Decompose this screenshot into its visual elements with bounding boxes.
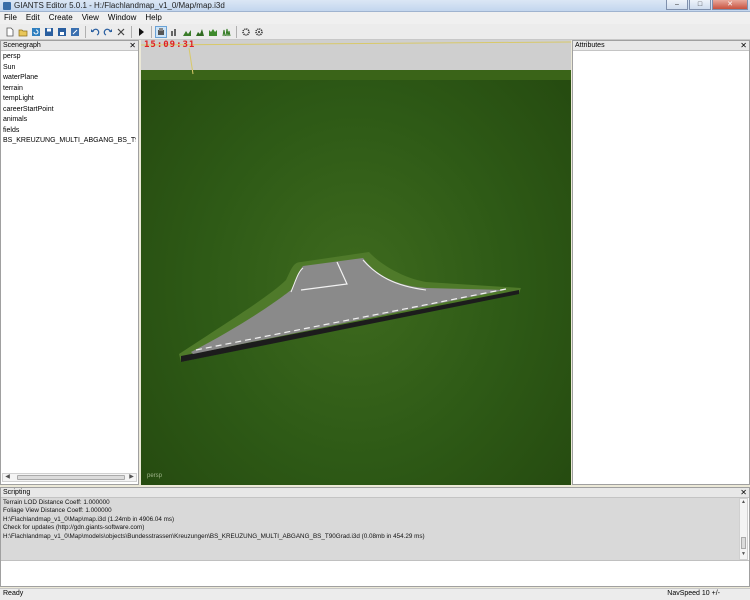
log-line: Foliage View Distance Coeff: 1.000000 (3, 507, 112, 515)
scripting-header: Scripting ✕ (1, 488, 749, 498)
scroll-down-icon[interactable]: ▼ (740, 551, 747, 559)
save-as-icon[interactable] (56, 26, 68, 38)
settings-icon[interactable] (240, 26, 252, 38)
scenegraph-panel: Scenegraph ✕ persp Sun waterPlane terrai… (0, 40, 139, 485)
terrain-sculpt-icon[interactable] (168, 26, 180, 38)
window-title: GIANTS Editor 5.0.1 - H:/Flachlandmap_v1… (14, 1, 225, 10)
toolbar (0, 24, 750, 40)
menu-window[interactable]: Window (104, 12, 141, 24)
tree-node[interactable]: tempLight (3, 94, 136, 105)
scroll-right-icon[interactable]: ▶ (127, 474, 136, 481)
toolbar-separator (236, 25, 237, 38)
nav-speed: NavSpeed 10 +/- (667, 590, 720, 597)
foliage-paint-icon[interactable] (194, 26, 206, 38)
vertical-scrollbar[interactable]: ▲ ▼ (739, 498, 748, 560)
attributes-panel: Attributes ✕ (572, 40, 750, 485)
log-line: H:\Flachlandmap_v1_0\Map\models\objects\… (3, 532, 425, 540)
window-controls: – □ ✕ (665, 0, 748, 10)
grass-icon[interactable] (220, 26, 232, 38)
scripting-title: Scripting (3, 489, 31, 496)
redo-icon[interactable] (102, 26, 114, 38)
tree-node[interactable]: fields (3, 126, 136, 137)
maximize-button[interactable]: □ (689, 0, 711, 10)
toolbar-separator (85, 25, 86, 38)
camera-label: persp (147, 473, 163, 479)
status-bar: Ready NavSpeed 10 +/- (0, 588, 750, 600)
menu-create[interactable]: Create (45, 12, 78, 24)
menu-bar: File Edit Create View Window Help (0, 12, 750, 24)
log-line: H:\Flachlandmap_v1_0\Map\map.i3d (1.24mb… (3, 515, 175, 523)
play-icon[interactable] (135, 26, 147, 38)
app-icon (3, 2, 11, 10)
script-output: Terrain LOD Distance Coeff: 1.000000 Fol… (1, 498, 739, 560)
scroll-left-icon[interactable]: ◀ (3, 474, 12, 481)
title-bar: GIANTS Editor 5.0.1 - H:/Flachlandmap_v1… (0, 0, 750, 12)
scenegraph-tree: persp Sun waterPlane terrain tempLight c… (3, 52, 136, 147)
tree-node[interactable]: terrain (3, 84, 136, 95)
tree-node[interactable]: animals (3, 115, 136, 126)
script-input[interactable] (1, 560, 749, 586)
save-icon[interactable] (43, 26, 55, 38)
tree-node[interactable]: careerStartPoint (3, 105, 136, 116)
menu-view[interactable]: View (78, 12, 104, 24)
scroll-thumb[interactable] (741, 537, 746, 549)
close-panel-icon[interactable]: ✕ (129, 41, 136, 51)
log-line: Check for updates (http://gdn.giants-sof… (3, 524, 145, 532)
close-window-button[interactable]: ✕ (712, 0, 748, 10)
road-intersection-model (179, 252, 521, 362)
undo-icon[interactable] (89, 26, 101, 38)
delete-icon[interactable] (115, 26, 127, 38)
scenegraph-header: Scenegraph ✕ (1, 41, 138, 51)
scenegraph-title: Scenegraph (3, 42, 41, 49)
terrain-paint-icon[interactable] (181, 26, 193, 38)
toolbar-separator (151, 25, 152, 38)
menu-file[interactable]: File (0, 12, 22, 24)
new-icon[interactable] (4, 26, 16, 38)
toolbar-separator (131, 25, 132, 38)
tree-node[interactable]: Sun (3, 63, 136, 74)
scripting-panel: Scripting ✕ Terrain LOD Distance Coeff: … (0, 487, 750, 587)
settings2-icon[interactable] (253, 26, 265, 38)
status-text: Ready (3, 590, 24, 597)
close-panel-icon[interactable]: ✕ (740, 41, 747, 51)
3d-viewport[interactable]: 15:09:31 persp (141, 40, 571, 485)
scroll-thumb[interactable] (17, 475, 125, 480)
log-line: Terrain LOD Distance Coeff: 1.000000 (3, 499, 110, 506)
close-panel-icon[interactable]: ✕ (740, 488, 747, 498)
menu-help[interactable]: Help (141, 12, 166, 24)
select-tool-icon[interactable] (155, 25, 167, 38)
attributes-title: Attributes (575, 42, 605, 49)
fields-icon[interactable] (207, 26, 219, 38)
tree-node[interactable]: waterPlane (3, 73, 136, 84)
menu-edit[interactable]: Edit (22, 12, 45, 24)
tree-node[interactable]: BS_KREUZUNG_MULTI_ABGANG_BS_T90Grad (3, 136, 136, 147)
attributes-header: Attributes ✕ (573, 41, 749, 51)
refresh-icon[interactable] (30, 26, 42, 38)
tree-node[interactable]: persp (3, 52, 136, 63)
scroll-up-icon[interactable]: ▲ (740, 499, 747, 507)
horizontal-scrollbar[interactable]: ◀ ▶ (2, 473, 137, 482)
export-icon[interactable] (69, 26, 81, 38)
minimize-button[interactable]: – (666, 0, 688, 10)
open-icon[interactable] (17, 26, 29, 38)
